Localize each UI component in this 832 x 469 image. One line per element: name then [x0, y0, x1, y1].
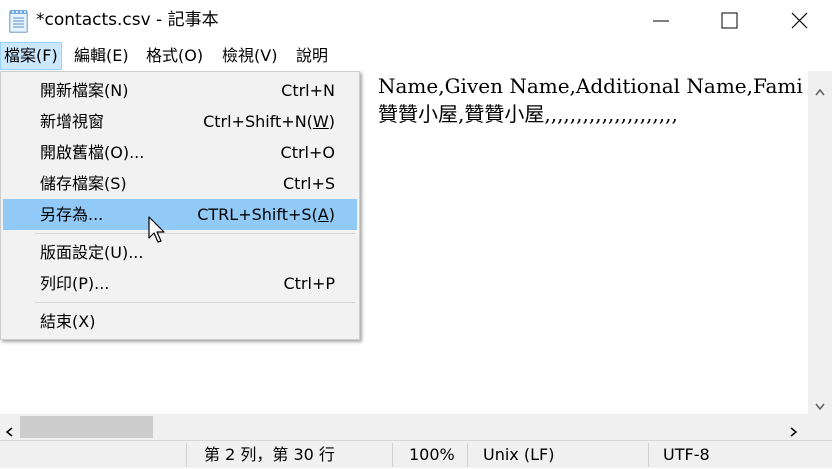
menu-item-shortcut: Ctrl+Shift+N(W): [203, 106, 335, 137]
minimize-button[interactable]: [638, 0, 684, 41]
menu-item-print[interactable]: 列印(P)... Ctrl+P: [3, 268, 357, 299]
menu-separator: [35, 302, 355, 303]
status-zoom: 100%: [409, 445, 455, 464]
status-divider: [186, 443, 187, 467]
status-divider: [648, 443, 649, 467]
menu-help[interactable]: 說明: [293, 43, 331, 69]
menu-item-label: 版面設定(U)...: [40, 243, 144, 262]
file-menu-dropdown: 開新檔案(N) Ctrl+N 新增視窗 Ctrl+Shift+N(W) 開啟舊檔…: [0, 71, 360, 340]
menu-item-label: 儲存檔案(S): [40, 174, 127, 193]
shortcut-text: ): [328, 112, 335, 131]
menu-item-save-as[interactable]: 另存為... CTRL+Shift+S(A): [3, 199, 357, 230]
menu-edit[interactable]: 編輯(E): [71, 43, 132, 69]
status-encoding: UTF-8: [663, 445, 710, 464]
horizontal-scroll-thumb[interactable]: [20, 416, 153, 438]
menu-item-new-window[interactable]: 新增視窗 Ctrl+Shift+N(W): [3, 106, 357, 137]
menu-item-shortcut: CTRL+Shift+S(A): [197, 199, 335, 230]
shortcut-accelerator: A: [317, 205, 329, 224]
scrollbar-corner: [808, 414, 832, 440]
menu-item-label: 開啟舊檔(O)...: [40, 143, 145, 162]
status-position: 第 2 列，第 30 行: [204, 445, 335, 464]
shortcut-text: ): [328, 205, 335, 224]
menu-file[interactable]: 檔案(F): [0, 42, 62, 70]
maximize-button[interactable]: [706, 0, 752, 41]
status-bar: 第 2 列，第 30 行 100% Unix (LF) UTF-8: [0, 440, 832, 468]
title-bar: *contacts.csv - 記事本: [0, 0, 832, 41]
menu-item-shortcut: Ctrl+N: [281, 81, 335, 100]
scroll-up-icon[interactable]: [815, 81, 825, 100]
menu-item-shortcut: Ctrl+O: [280, 143, 335, 162]
menu-item-open[interactable]: 開啟舊檔(O)... Ctrl+O: [3, 137, 357, 168]
menu-item-new[interactable]: 開新檔案(N) Ctrl+N: [3, 75, 357, 106]
status-line-ending: Unix (LF): [483, 445, 555, 464]
vertical-scrollbar[interactable]: [808, 71, 832, 414]
shortcut-accelerator: W: [312, 112, 329, 131]
menu-separator: [35, 233, 355, 234]
menu-item-label: 開新檔案(N): [40, 81, 129, 100]
window-title: *contacts.csv - 記事本: [36, 10, 219, 30]
menu-item-shortcut: Ctrl+P: [283, 274, 335, 293]
menu-item-label: 結束(X): [40, 312, 96, 331]
menu-item-label: 新增視窗: [40, 112, 105, 131]
editor-line-2: 贊贊小屋,贊贊小屋,,,,,,,,,,,,,,,,,,,,,: [378, 102, 678, 126]
close-button[interactable]: [776, 0, 822, 41]
shortcut-text: CTRL+Shift+S(: [197, 205, 318, 224]
scroll-down-icon[interactable]: [815, 396, 825, 415]
menu-format[interactable]: 格式(O): [143, 43, 206, 69]
menu-item-page-setup[interactable]: 版面設定(U)...: [3, 237, 357, 268]
scroll-left-icon[interactable]: [5, 422, 13, 441]
notepad-icon: [8, 9, 30, 33]
menu-bar: 檔案(F) 編輯(E) 格式(O) 檢視(V) 說明: [0, 41, 832, 71]
editor-line-1: Name,Given Name,Additional Name,Fami: [378, 74, 803, 98]
mouse-cursor-icon: [148, 216, 168, 248]
status-divider: [467, 443, 468, 467]
menu-view[interactable]: 檢視(V): [219, 43, 280, 69]
menu-item-label: 列印(P)...: [40, 274, 110, 293]
scroll-right-icon[interactable]: [790, 422, 798, 441]
menu-item-save[interactable]: 儲存檔案(S) Ctrl+S: [3, 168, 357, 199]
menu-item-label: 另存為...: [40, 205, 104, 224]
status-divider: [392, 443, 393, 467]
shortcut-text: Ctrl+Shift+N(: [203, 112, 313, 131]
menu-item-shortcut: Ctrl+S: [282, 174, 335, 193]
menu-item-exit[interactable]: 結束(X): [3, 306, 357, 337]
